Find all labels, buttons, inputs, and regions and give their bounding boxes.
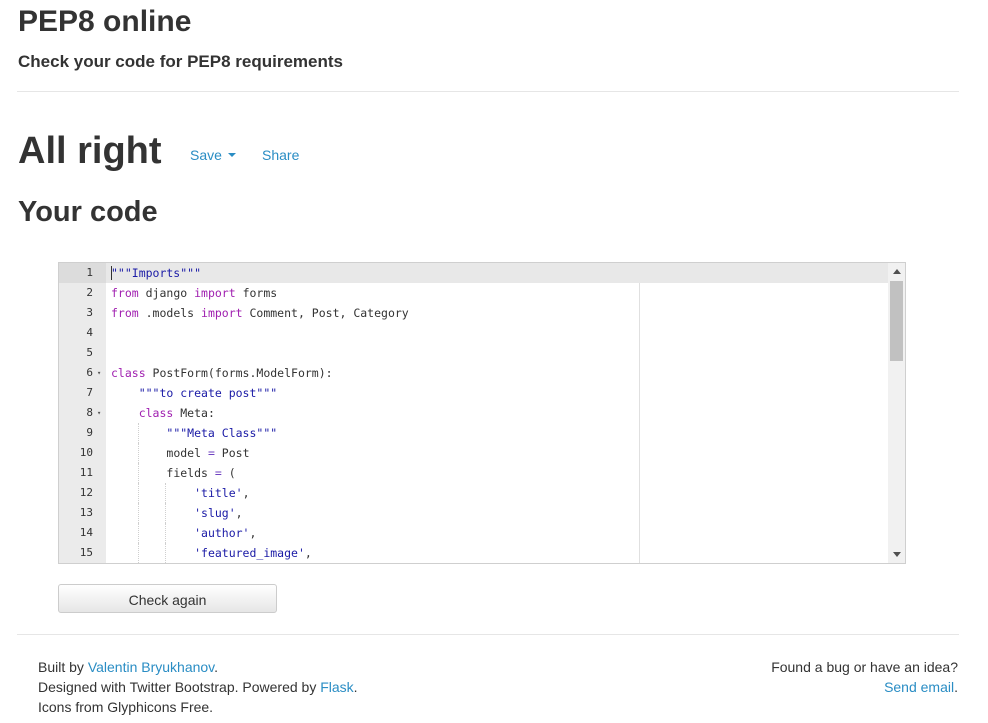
save-dropdown-button[interactable]: Save xyxy=(190,146,236,164)
fold-toggle-icon[interactable]: ▾ xyxy=(97,403,101,423)
line-number: 5 xyxy=(86,346,93,359)
code-line[interactable]: 9 """Meta Class""" xyxy=(59,423,888,443)
flask-link[interactable]: Flask xyxy=(320,679,353,695)
editor-vertical-scrollbar[interactable] xyxy=(888,263,905,563)
code-token: class xyxy=(138,406,174,420)
footer-divider xyxy=(17,634,959,635)
code-token: = xyxy=(214,466,222,480)
line-number: 14 xyxy=(79,526,93,539)
code-token: , xyxy=(304,546,312,560)
text-cursor xyxy=(111,266,112,280)
code-heading: Your code xyxy=(18,196,158,228)
designed-with-line: Designed with Twitter Bootstrap. Powered… xyxy=(38,677,358,697)
code-token: 'author' xyxy=(194,526,250,540)
footer-feedback: Found a bug or have an idea? Send email. xyxy=(771,657,958,697)
bug-prompt: Found a bug or have an idea? xyxy=(771,659,958,675)
line-number: 1 xyxy=(59,263,106,283)
punctuation: . xyxy=(214,659,219,675)
code-token: model xyxy=(166,446,208,460)
code-token: django xyxy=(138,286,195,300)
code-line[interactable]: 5 xyxy=(59,343,888,363)
code-token: 'title' xyxy=(194,486,243,500)
line-number: 12 xyxy=(79,486,93,499)
code-line[interactable]: 10 model = Post xyxy=(59,443,888,463)
built-by-line: Built by Valentin Bryukhanov. xyxy=(38,657,358,677)
arrow-up-icon xyxy=(893,269,901,274)
code-token: """Meta Class""" xyxy=(166,426,278,440)
save-label: Save xyxy=(190,147,222,163)
code-token: fields xyxy=(166,466,215,480)
line-number: 11 xyxy=(79,466,93,479)
code-editor[interactable]: 1 """Imports""" 2 from django import for… xyxy=(58,262,906,564)
share-link[interactable]: Share xyxy=(262,146,299,164)
punctuation: . xyxy=(353,679,358,695)
arrow-down-icon xyxy=(893,552,901,557)
send-email-line: Send email. xyxy=(771,677,958,697)
code-line[interactable]: 6 ▾ class PostForm(forms.ModelForm): xyxy=(59,363,888,383)
scrollbar-thumb[interactable] xyxy=(890,281,903,361)
designed-text: Designed with Twitter Bootstrap. Powered… xyxy=(38,679,321,695)
footer-credits: Built by Valentin Bryukhanov. Designed w… xyxy=(38,657,358,717)
code-line[interactable]: 12 'title', xyxy=(59,483,888,503)
line-number: 10 xyxy=(79,446,93,459)
line-number: 3 xyxy=(86,306,93,319)
icons-credit: Icons from Glyphicons Free. xyxy=(38,699,214,715)
code-token: Post xyxy=(214,446,250,460)
code-token: """to create post""" xyxy=(138,386,278,400)
send-email-link[interactable]: Send email xyxy=(884,679,954,695)
line-number: 13 xyxy=(79,506,93,519)
code-token: from xyxy=(111,286,139,300)
code-token: .models xyxy=(138,306,202,320)
fold-toggle-icon[interactable]: ▾ xyxy=(97,363,101,383)
code-token: Meta: xyxy=(173,406,215,420)
code-token: , xyxy=(249,526,257,540)
code-token: 'featured_image' xyxy=(194,546,305,560)
line-number: 9 xyxy=(86,426,93,439)
code-line[interactable]: 14 'author', xyxy=(59,523,888,543)
code-line[interactable]: 4 xyxy=(59,323,888,343)
code-line[interactable]: 2 from django import forms xyxy=(59,283,888,303)
header-divider xyxy=(17,91,959,92)
code-token: ( xyxy=(221,466,236,480)
code-token: forms xyxy=(235,286,278,300)
code-token: import xyxy=(201,306,243,320)
page: PEP8 online Check your code for PEP8 req… xyxy=(0,0,988,723)
scroll-down-button[interactable] xyxy=(888,546,905,563)
code-token: from xyxy=(111,306,139,320)
caret-down-icon xyxy=(227,153,236,158)
code-token: = xyxy=(207,446,215,460)
line-number: 2 xyxy=(86,286,93,299)
code-token: , xyxy=(242,486,250,500)
code-token: Comment, Post, Category xyxy=(242,306,409,320)
code-line[interactable]: 8 ▾ class Meta: xyxy=(59,403,888,423)
scroll-up-button[interactable] xyxy=(888,263,905,280)
editor-lines: 1 """Imports""" 2 from django import for… xyxy=(59,263,888,563)
code-token: , xyxy=(235,506,243,520)
code-token: """Imports""" xyxy=(111,266,202,280)
code-token: class xyxy=(111,366,146,380)
code-token: PostForm(forms.ModelForm): xyxy=(145,366,333,380)
line-number: 4 xyxy=(86,326,93,339)
code-line[interactable]: 13 'slug', xyxy=(59,503,888,523)
code-line[interactable]: 11 fields = ( xyxy=(59,463,888,483)
check-again-button[interactable]: Check again xyxy=(58,584,277,613)
built-by-text: Built by xyxy=(38,659,88,675)
code-line[interactable]: 3 from .models import Comment, Post, Cat… xyxy=(59,303,888,323)
code-line[interactable]: 7 """to create post""" xyxy=(59,383,888,403)
code-line[interactable]: 15 'featured_image', xyxy=(59,543,888,563)
code-token: import xyxy=(194,286,236,300)
code-line[interactable]: 1 """Imports""" xyxy=(59,263,888,283)
site-title: PEP8 online xyxy=(18,5,192,38)
result-title: All right xyxy=(18,130,162,172)
site-subtitle: Check your code for PEP8 requirements xyxy=(18,52,343,71)
line-number: 15 xyxy=(79,546,93,559)
line-number: 7 xyxy=(86,386,93,399)
punctuation: . xyxy=(954,679,958,695)
author-link[interactable]: Valentin Bryukhanov xyxy=(88,659,214,675)
code-token: 'slug' xyxy=(194,506,236,520)
